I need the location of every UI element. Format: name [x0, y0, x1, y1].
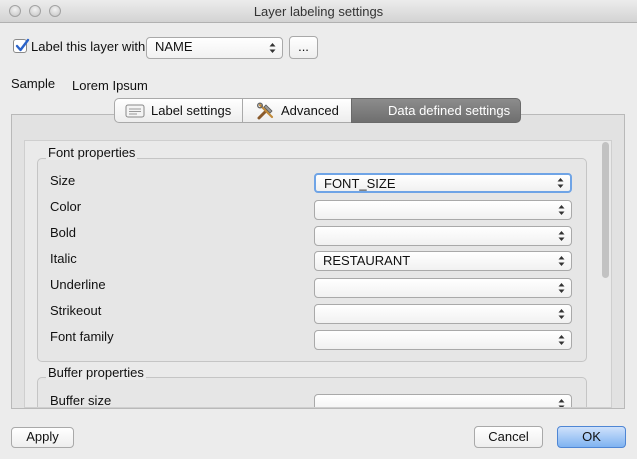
updown-arrows-icon [558, 399, 565, 407]
apply-button[interactable]: Apply [11, 427, 74, 448]
checkmark-icon [15, 38, 30, 52]
expression-button[interactable]: ... [289, 36, 318, 59]
updown-arrows-icon [557, 178, 564, 188]
updown-arrows-icon [558, 205, 565, 215]
label-field-select[interactable]: NAME [146, 37, 283, 59]
buffer-properties-title: Buffer properties [46, 365, 146, 380]
settings-tabs: Label settings Advanced Data defined set… [114, 98, 521, 123]
label-layer-text: Label this layer with [31, 39, 146, 54]
label-field-value: NAME [155, 39, 193, 54]
tab-data-defined-label: Data defined settings [388, 103, 511, 118]
updown-arrows-icon [558, 256, 565, 266]
font-italic-select[interactable]: RESTAURANT [314, 251, 572, 271]
label-settings-icon [125, 104, 145, 118]
font-size-select[interactable]: FONT_SIZE [314, 173, 572, 193]
cancel-button[interactable]: Cancel [474, 426, 543, 448]
font-bold-select[interactable] [314, 226, 572, 246]
font-underline-select[interactable] [314, 278, 572, 298]
font-size-value: FONT_SIZE [324, 176, 396, 191]
updown-arrows-icon [269, 43, 276, 53]
font-strikeout-label: Strikeout [50, 303, 102, 318]
tools-icon [257, 102, 274, 120]
tab-label-settings[interactable]: Label settings [114, 98, 243, 123]
scrollbar-thumb[interactable] [602, 142, 609, 278]
ok-button[interactable]: OK [557, 426, 626, 448]
font-strikeout-select[interactable] [314, 304, 572, 324]
updown-arrows-icon [558, 283, 565, 293]
label-layer-checkbox[interactable] [13, 38, 30, 53]
font-bold-label: Bold [50, 225, 77, 240]
sample-preview-text: Lorem Ipsum [72, 78, 148, 93]
font-underline-label: Underline [50, 277, 106, 292]
font-italic-value: RESTAURANT [323, 253, 411, 268]
tab-data-defined-settings[interactable]: Data defined settings [351, 98, 521, 123]
font-size-label: Size [50, 173, 76, 188]
tab-advanced[interactable]: Advanced [242, 98, 352, 123]
properties-scroll-area[interactable]: Font properties Size FONT_SIZE Color Bol… [24, 140, 612, 408]
tab-advanced-label: Advanced [281, 103, 339, 118]
tab-label-settings-label: Label settings [151, 103, 232, 118]
window-title: Layer labeling settings [253, 4, 384, 19]
font-family-select[interactable] [314, 330, 572, 350]
updown-arrows-icon [558, 335, 565, 345]
sample-label: Sample [11, 76, 56, 91]
title-bar: Layer labeling settings [0, 0, 637, 23]
buffer-size-label: Buffer size [50, 393, 112, 408]
updown-arrows-icon [558, 309, 565, 319]
font-italic-label: Italic [50, 251, 77, 266]
font-color-label: Color [50, 199, 82, 214]
font-color-select[interactable] [314, 200, 572, 220]
font-family-label: Font family [50, 329, 114, 344]
buffer-size-select[interactable] [314, 394, 572, 407]
font-properties-title: Font properties [46, 145, 138, 160]
updown-arrows-icon [558, 231, 565, 241]
